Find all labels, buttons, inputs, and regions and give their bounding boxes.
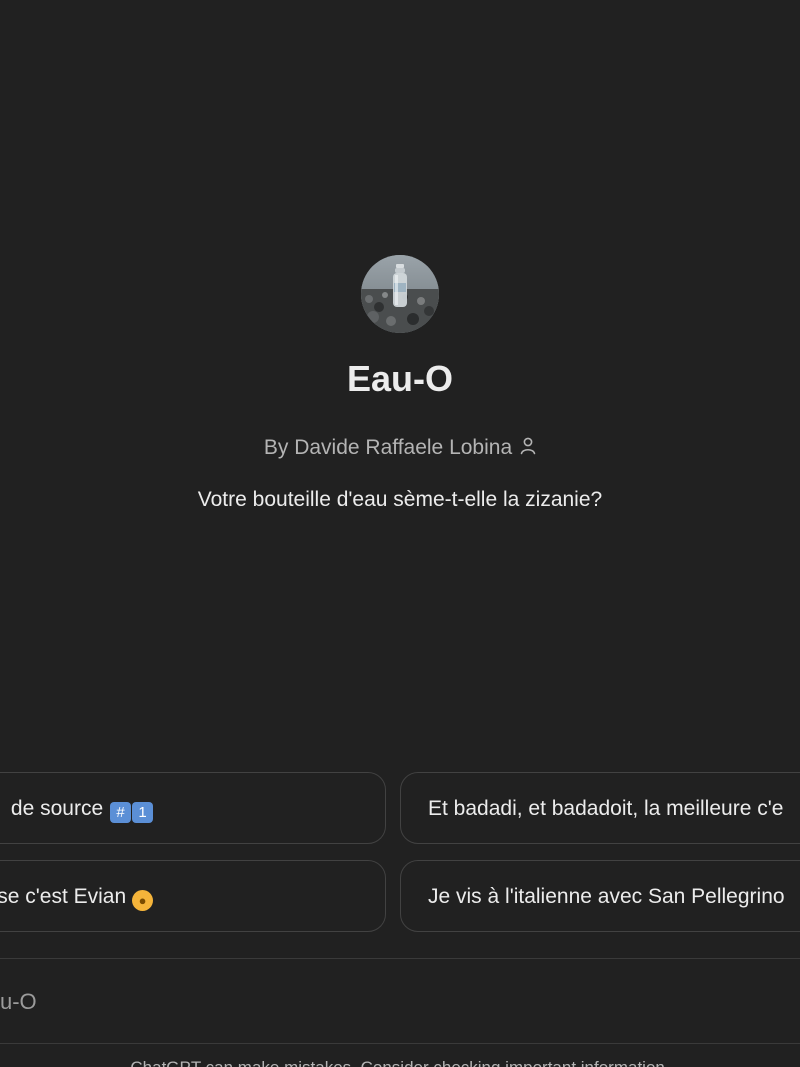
conversation-starter-4[interactable]: Je vis à l'italienne avec San Pellegrino [400, 860, 800, 932]
starter-label: Je vis à l'italienne avec San Pellegrino [428, 885, 785, 908]
author-name: By Davide Raffaele Lobina [263, 436, 513, 459]
starter-label: Et badadi, et badadoit, la meilleure c'e [428, 797, 784, 820]
conversation-starter-3[interactable]: esse c'est Evian ● [0, 860, 386, 932]
gpt-avatar [361, 255, 439, 333]
conversation-starter-2[interactable]: Et badadi, et badadoit, la meilleure c'e [400, 772, 800, 844]
gpt-title: Eau-O [346, 358, 453, 399]
one-keycap-emoji: 1 [132, 802, 153, 823]
conversation-starter-1[interactable]: de source #1 [0, 772, 386, 844]
baby-face-emoji: ● [132, 890, 153, 911]
message-composer [0, 958, 800, 1044]
message-input[interactable] [0, 987, 700, 1017]
disclaimer-note: ChatGPT can make mistakes. Consider chec… [0, 1058, 800, 1067]
person-icon [520, 435, 536, 463]
water-bottle-image [361, 255, 439, 333]
gpt-description: Votre bouteille d'eau sème-t-elle la ziz… [197, 488, 603, 511]
gpt-landing-page: Eau-O By Davide Raffaele Lobina Votre bo… [0, 0, 800, 1067]
hash-keycap-emoji: # [110, 802, 131, 823]
gpt-byline: By Davide Raffaele Lobina [0, 434, 800, 463]
starter-label: esse c'est Evian ● [0, 884, 153, 911]
starter-label: de source #1 [11, 796, 153, 823]
